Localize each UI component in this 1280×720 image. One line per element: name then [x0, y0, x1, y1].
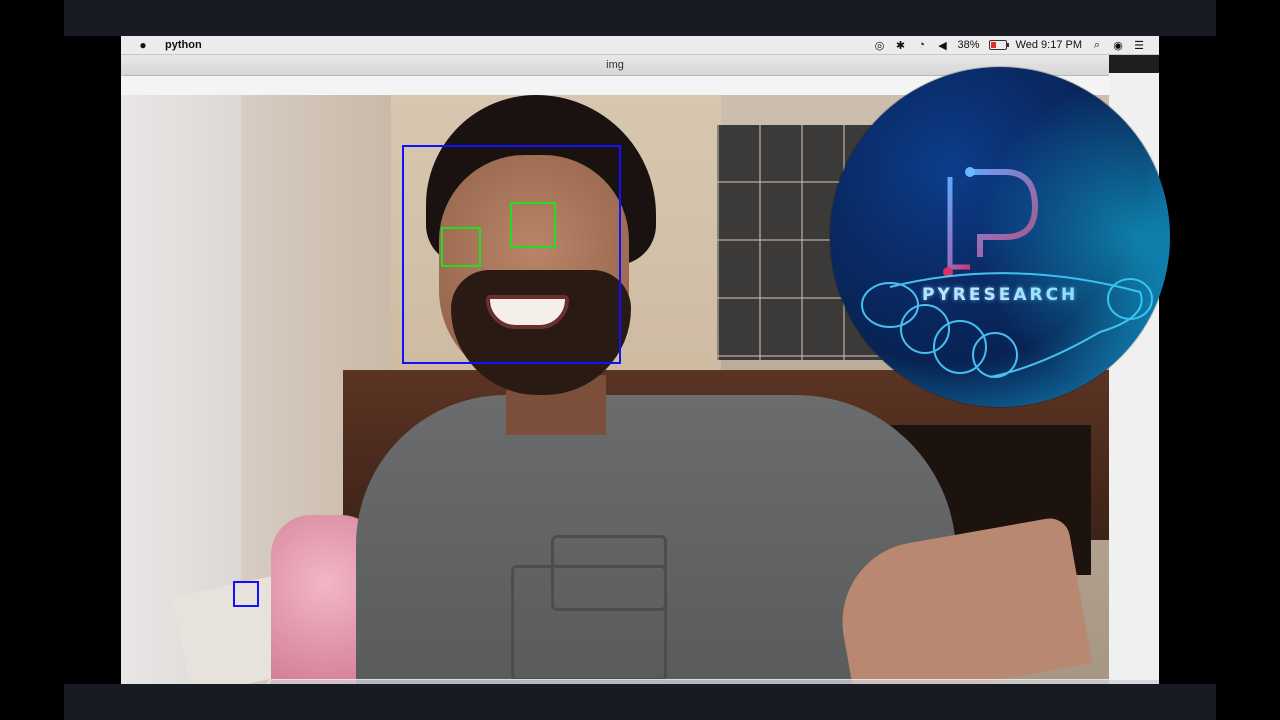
volume-icon[interactable]: ◀ [937, 38, 949, 52]
status-items: ◎ ✱ ◔ ◀ 38% Wed 9:17 PM ⌕ ◉ ☰ [874, 36, 1145, 54]
bluetooth-icon[interactable]: ✱ [895, 38, 907, 52]
logo-graphic [861, 167, 1153, 378]
logo-text: PYRESEARCH [922, 285, 1079, 305]
false-detection-box [233, 581, 259, 607]
logo-p-bowl [970, 169, 1039, 257]
letterbox-top [64, 0, 1216, 36]
app-name[interactable]: python [165, 39, 202, 51]
logo-dot-bottom [943, 267, 953, 277]
hand-graphic [861, 272, 1153, 378]
notification-center-icon[interactable]: ☰ [1133, 38, 1145, 52]
siri-icon[interactable]: ◉ [1112, 38, 1124, 52]
eye-detection-box-left [441, 227, 481, 267]
logo-p-stem [947, 177, 970, 270]
window-title: img [606, 59, 624, 71]
face-detection-box [402, 145, 621, 364]
search-icon[interactable]: ⌕ [1091, 38, 1103, 52]
menu-bar: ● python ◎ ✱ ◔ ◀ 38% Wed 9:17 PM ⌕ ◉ ☰ [121, 36, 1159, 55]
battery-level [990, 42, 996, 48]
clock[interactable]: Wed 9:17 PM [1016, 38, 1082, 52]
logo-dot-top [965, 167, 975, 177]
letterbox-bottom [64, 684, 1216, 720]
shirt-print-lower [511, 565, 667, 681]
battery-icon[interactable] [988, 40, 1009, 50]
wifi-icon[interactable]: ◔ [916, 38, 928, 52]
battery-percent[interactable]: 38% [958, 38, 980, 52]
pyresearch-logo: PYRESEARCH [830, 67, 1170, 407]
eye-detection-box-right [510, 202, 556, 248]
apple-icon[interactable]: ● [137, 38, 149, 52]
creative-cloud-icon[interactable]: ◎ [874, 38, 886, 52]
